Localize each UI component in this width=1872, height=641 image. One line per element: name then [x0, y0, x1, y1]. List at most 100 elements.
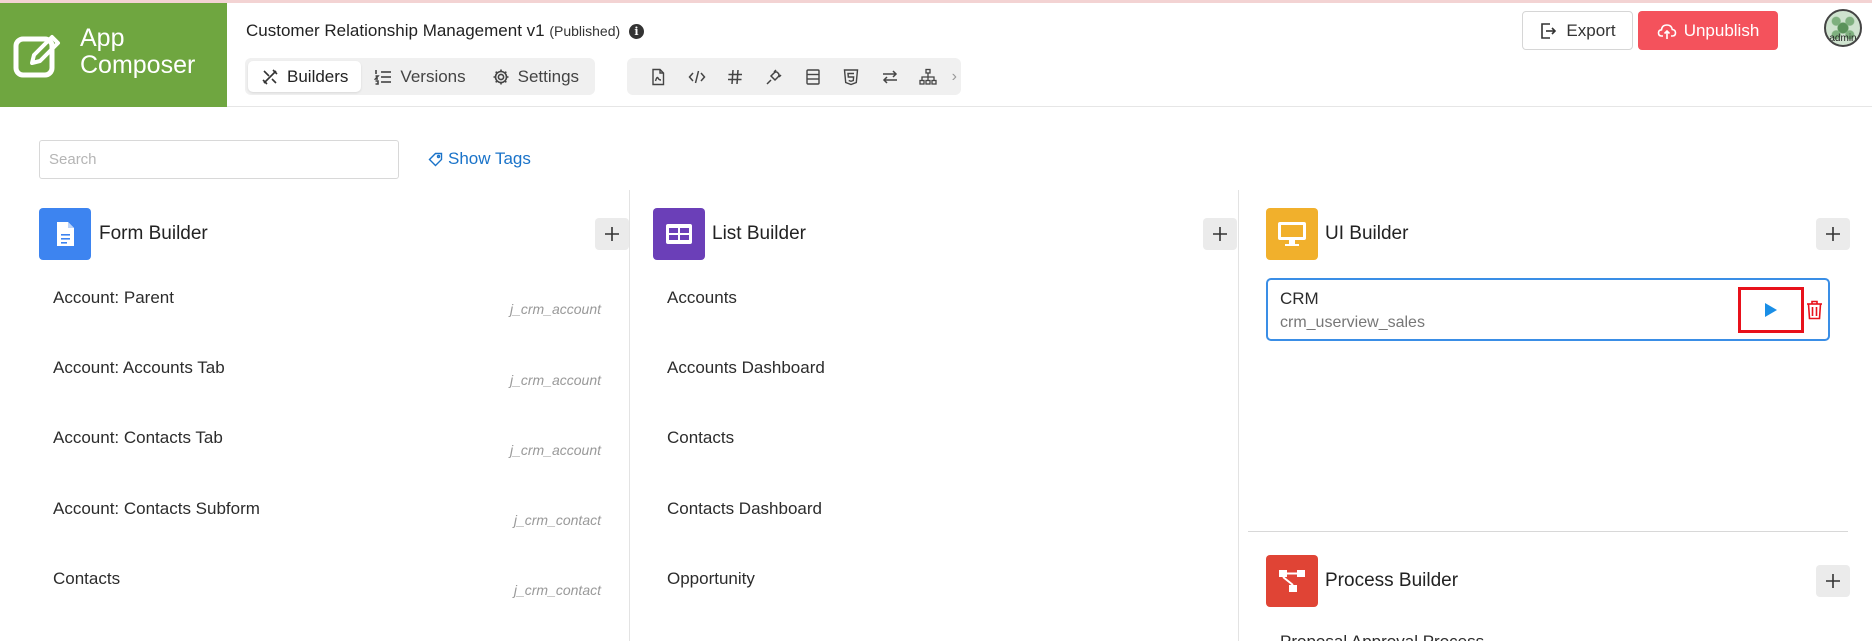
form-table-tag: j_crm_account	[509, 372, 601, 388]
chevron-right-icon[interactable]: ›	[948, 68, 962, 86]
cloud-upload-icon	[1657, 23, 1676, 39]
form-table-tag: j_crm_contact	[513, 582, 601, 598]
ui-builder-header: UI Builder	[1266, 208, 1850, 260]
builders-icon	[262, 68, 278, 85]
pdf-file-icon	[652, 68, 665, 85]
publish-status: (Published)	[549, 23, 621, 39]
gear-icon	[493, 69, 509, 84]
list-name: Contacts Dashboard	[667, 499, 822, 518]
add-list-button[interactable]	[1203, 218, 1237, 250]
plus-icon	[1826, 227, 1840, 241]
sitemap-icon	[919, 68, 937, 85]
avatar-label: admin	[1829, 33, 1857, 44]
userview-id: crm_userview_sales	[1280, 314, 1425, 331]
tab-builders[interactable]: Builders	[248, 61, 362, 92]
userview-card[interactable]: CRM crm_userview_sales	[1266, 278, 1830, 341]
form-table-tag: j_crm_account	[509, 442, 601, 458]
add-ui-button[interactable]	[1816, 218, 1850, 250]
add-process-button[interactable]	[1816, 565, 1850, 597]
html5-tool-button[interactable]	[832, 61, 871, 92]
list-builder-header: List Builder	[653, 208, 1237, 260]
launch-userview-button[interactable]	[1738, 287, 1804, 333]
list-item[interactable]: Accounts	[653, 288, 1237, 338]
ui-builder-badge	[1266, 208, 1318, 260]
list-item[interactable]: Account: Contacts Subform j_crm_contact	[39, 499, 629, 549]
process-item-partial[interactable]: Proposal Approval Process	[1280, 632, 1484, 641]
list-name: Accounts	[667, 288, 737, 307]
info-icon[interactable]: i	[628, 24, 644, 39]
header: App Composer Customer Relationship Manag…	[0, 3, 1872, 107]
ui-builder-title: UI Builder	[1325, 223, 1409, 244]
workflow-icon	[1279, 570, 1305, 592]
tab-settings-label: Settings	[517, 66, 580, 86]
list-item[interactable]: Account: Parent j_crm_account	[39, 288, 629, 338]
process-builder-badge	[1266, 555, 1318, 607]
logo-text-line2: Composer	[80, 51, 196, 79]
show-tags-link[interactable]: Show Tags	[428, 149, 531, 169]
form-name: Account: Parent	[53, 288, 174, 307]
document-icon	[57, 222, 74, 246]
delete-userview-button[interactable]	[1806, 300, 1824, 320]
search-input[interactable]	[39, 140, 399, 179]
list-item[interactable]: Opportunity	[653, 569, 1237, 619]
trash-icon	[1807, 300, 1822, 320]
tag-icon	[428, 152, 443, 166]
plugin-tool-button[interactable]	[755, 61, 794, 92]
list-item[interactable]: Account: Contacts Tab j_crm_account	[39, 428, 629, 478]
play-icon	[1765, 303, 1777, 317]
form-builder-column: Form Builder Account: Parent j_crm_accou…	[39, 190, 629, 641]
app-name: Customer Relationship Management v1	[246, 21, 545, 40]
form-builder-header: Form Builder	[39, 208, 629, 260]
unpublish-button[interactable]: Unpublish	[1638, 11, 1778, 50]
plus-icon	[605, 227, 619, 241]
form-name: Account: Contacts Tab	[53, 428, 223, 447]
swap-tool-button[interactable]	[870, 61, 909, 92]
form-table-tag: j_crm_contact	[513, 512, 601, 528]
list-builder-badge	[653, 208, 705, 260]
show-tags-label: Show Tags	[448, 149, 531, 168]
form-icon	[805, 68, 820, 85]
list-builder-column: List Builder Accounts Accounts Dashboard…	[653, 190, 1237, 641]
export-button[interactable]: Export	[1522, 11, 1633, 50]
tab-builders-label: Builders	[287, 66, 349, 86]
add-form-button[interactable]	[595, 218, 629, 250]
logo-text-line1: App	[80, 24, 125, 52]
builder-toolstrip: ›	[627, 58, 961, 95]
export-label: Export	[1566, 20, 1616, 40]
plus-icon	[1826, 574, 1840, 588]
list-item[interactable]: Contacts j_crm_contact	[39, 569, 629, 619]
table-icon	[666, 224, 692, 244]
unpublish-label: Unpublish	[1683, 20, 1760, 40]
page-title: Customer Relationship Management v1 (Pub…	[246, 21, 644, 41]
column-divider	[629, 190, 630, 641]
hash-icon	[728, 69, 743, 84]
code-tool-button[interactable]	[678, 61, 717, 92]
plugin-icon	[766, 68, 782, 85]
code-icon	[688, 70, 706, 83]
form-table-tag: j_crm_account	[509, 301, 601, 317]
pdf-tool-button[interactable]	[639, 61, 678, 92]
userview-name: CRM	[1280, 289, 1319, 308]
avatar[interactable]: admin	[1824, 9, 1862, 47]
swap-arrows-icon	[882, 69, 897, 84]
app-composer-logo[interactable]: App Composer	[0, 3, 227, 107]
sitemap-tool-button[interactable]	[909, 61, 948, 92]
form-tool-button[interactable]	[793, 61, 832, 92]
list-name: Contacts	[667, 428, 735, 447]
list-item[interactable]: Account: Accounts Tab j_crm_account	[39, 358, 629, 408]
form-builder-badge	[39, 208, 91, 260]
form-name: Account: Accounts Tab	[53, 358, 225, 377]
process-builder-title: Process Builder	[1325, 570, 1459, 591]
column-divider	[1238, 190, 1239, 641]
tab-settings[interactable]: Settings	[479, 61, 592, 92]
list-item[interactable]: Contacts Dashboard	[653, 499, 1237, 549]
hash-tool-button[interactable]	[716, 61, 755, 92]
html5-icon	[843, 68, 859, 85]
tab-versions-label: Versions	[400, 66, 466, 86]
list-item[interactable]: Contacts	[653, 428, 1237, 478]
list-builder-title: List Builder	[712, 223, 806, 244]
export-icon	[1541, 22, 1557, 39]
list-item[interactable]: Accounts Dashboard	[653, 358, 1237, 408]
tab-versions[interactable]: Versions	[361, 61, 478, 92]
form-name: Contacts	[53, 569, 121, 588]
